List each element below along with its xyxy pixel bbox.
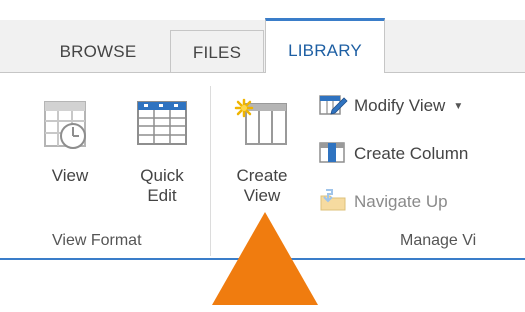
- orange-arrow-pointer: [212, 212, 318, 305]
- tab-library[interactable]: LIBRARY: [265, 18, 385, 73]
